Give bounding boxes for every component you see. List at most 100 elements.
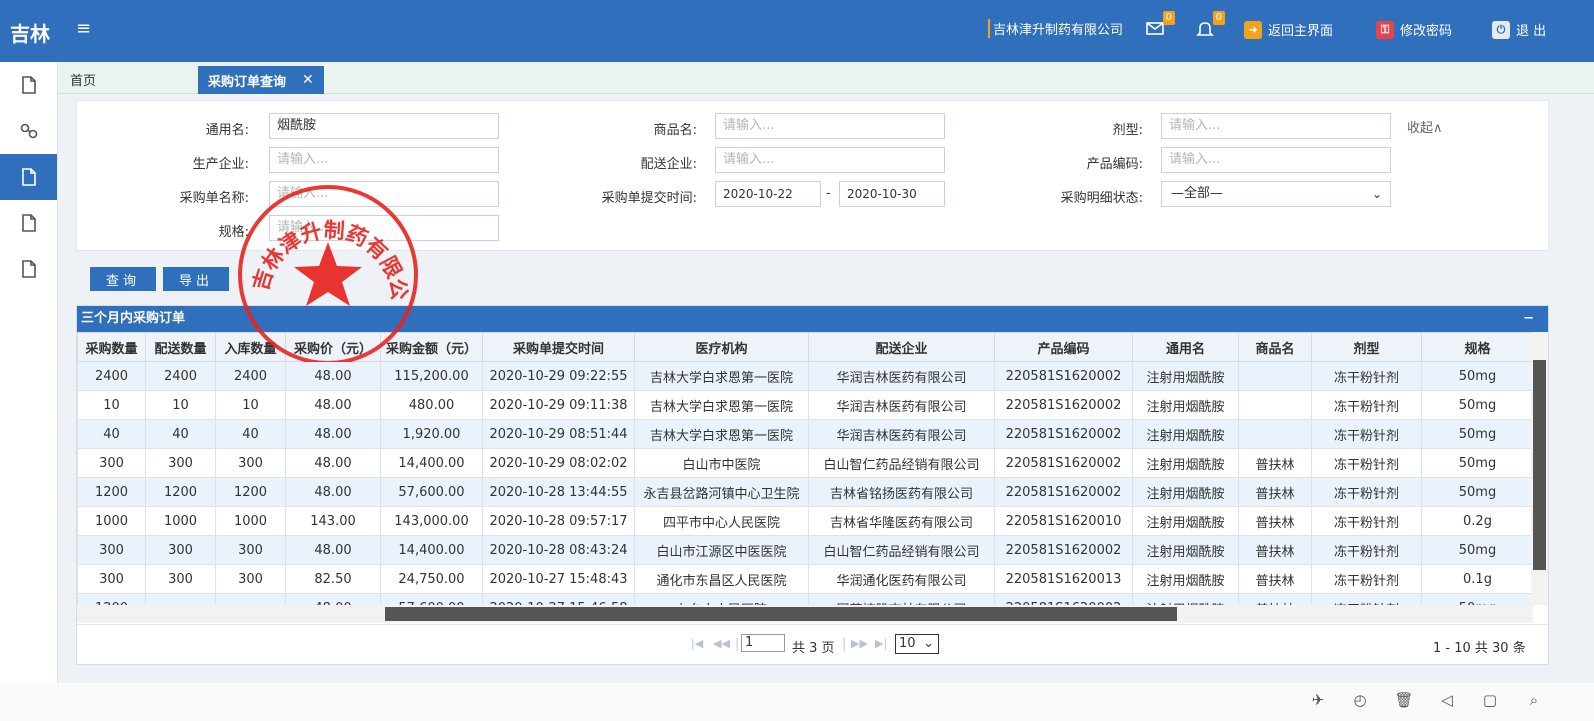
first-page-icon[interactable]: |◀ — [691, 637, 703, 650]
table-row[interactable]: 1200 48.0057,600.002020-10-27 15:46:58九台市… — [77, 593, 1533, 605]
collapse-grid-icon[interactable]: − — [1523, 306, 1534, 332]
column-header[interactable]: 采购价（元） — [285, 332, 381, 362]
table-cell: 48.00 — [285, 361, 381, 391]
sidebar-item-1[interactable] — [0, 62, 57, 108]
table-cell: 注射用烟酰胺 — [1132, 506, 1239, 536]
orders-table: 采购数量 配送数量 入库数量 采购价（元） 采购金额（元） 采购单提交时间 医疗机构 配送企业… — [77, 332, 1533, 605]
table-cell: 24,750.00 — [380, 564, 483, 594]
table-cell: 普扶林 — [1238, 564, 1312, 594]
menu-toggle-icon[interactable]: ≡ — [76, 18, 91, 39]
manufacturer-input[interactable]: 请输入... — [269, 147, 499, 173]
tab-home[interactable]: 首页 — [70, 70, 96, 89]
mail-button[interactable]: 0 — [1146, 11, 1175, 40]
table-row[interactable]: 300 300 300 48.00 14,400.00 2020-10-29 08:02:… — [77, 448, 1533, 478]
table-cell: 1000 — [215, 506, 286, 536]
table-cell: 48.00 — [285, 535, 381, 565]
sidebar-item-5[interactable] — [0, 246, 57, 292]
table-cell: 注射用烟酰胺 — [1132, 448, 1239, 478]
column-header[interactable]: 采购金额（元） — [380, 332, 483, 362]
table-row[interactable]: 2400 2400 2400 48.00 115,200.00 2020-10-29 09… — [77, 361, 1533, 391]
change-password-link[interactable]: ⚿ 修改密码 — [1376, 20, 1452, 39]
tab-purchase-order-query[interactable]: 采购订单查询 ✕ — [198, 66, 324, 94]
next-page-icon[interactable]: ▶▶ — [851, 637, 868, 650]
table-cell — [1238, 361, 1312, 391]
window-icon[interactable]: ▢ — [1480, 691, 1500, 711]
horizontal-scroll-thumb[interactable] — [385, 607, 1177, 621]
column-header[interactable]: 规格 — [1421, 332, 1533, 362]
table-row[interactable]: 10 10 10 48.00 480.00 2020-10-29 09:11:38 吉林大学… — [77, 390, 1533, 420]
speed-icon[interactable]: ◴ — [1350, 691, 1370, 711]
table-cell — [145, 593, 216, 605]
table-row[interactable]: 1000 1000 1000 143.00 143,000.00 2020-10-28 0… — [77, 506, 1533, 536]
table-row[interactable]: 40 40 40 48.00 1,920.00 2020-10-29 08:51:44 吉林… — [77, 419, 1533, 449]
order-name-input[interactable]: 请输入... — [269, 181, 499, 207]
product-name-input[interactable]: 请输入... — [715, 113, 945, 139]
table-row[interactable]: 1200 1200 1200 48.00 57,600.00 2020-10-28 13:… — [77, 477, 1533, 507]
table-cell: 10 — [215, 390, 286, 420]
dosage-form-input[interactable]: 请输入... — [1161, 113, 1391, 139]
export-button[interactable]: 导出 — [163, 267, 229, 291]
column-header[interactable]: 配送企业 — [808, 332, 995, 362]
column-header[interactable]: 入库数量 — [215, 332, 286, 362]
org-name: 吉林津升制药有限公司 — [988, 19, 1123, 38]
column-header[interactable]: 通用名 — [1132, 332, 1239, 362]
order-name-label: 采购单名称: — [179, 191, 249, 206]
column-header[interactable]: 剂型 — [1311, 332, 1422, 362]
detail-status-select[interactable]: —全部— ⌄ — [1161, 181, 1391, 207]
table-cell: 华润吉林医药有限公司 — [808, 361, 995, 391]
table-cell: 48.00 — [285, 419, 381, 449]
table-cell: 50mg — [1421, 390, 1533, 420]
change-password-label: 修改密码 — [1400, 24, 1453, 39]
search-icon[interactable]: ⌕ — [1524, 691, 1544, 711]
pagination: |◀ ◀◀ | 1 共 3 页 | ▶▶ ▶| 10 ⌄ 1 - 10 共 30 … — [77, 624, 1550, 664]
sidebar-item-2[interactable] — [0, 108, 57, 154]
table-cell: 冻干粉针剂 — [1311, 535, 1422, 565]
last-page-icon[interactable]: ▶| — [875, 637, 887, 650]
query-button[interactable]: 查询 — [90, 267, 156, 291]
home-link[interactable]: ➜ 返回主界面 — [1244, 20, 1333, 39]
tab-close-icon[interactable]: ✕ — [302, 72, 314, 88]
sidebar-item-3[interactable] — [0, 154, 57, 200]
distributor-input[interactable]: 请输入... — [715, 147, 945, 173]
spec-input[interactable]: 请输入... — [269, 215, 499, 241]
prev-page-icon[interactable]: ◀◀ — [713, 637, 730, 650]
column-header[interactable]: 采购数量 — [77, 332, 146, 362]
column-header[interactable]: 配送数量 — [145, 332, 216, 362]
vertical-scroll-thumb[interactable] — [1533, 360, 1546, 570]
speaker-icon[interactable]: ◁ — [1437, 691, 1457, 711]
submit-time-to[interactable]: 2020-10-30 — [839, 181, 945, 207]
submit-time-from[interactable]: 2020-10-22 — [715, 181, 821, 207]
table-cell: 220581S1620002 — [994, 593, 1133, 605]
sidebar-item-4[interactable] — [0, 200, 57, 246]
collapse-toggle[interactable]: 收起∧ — [1407, 117, 1443, 136]
trash-icon[interactable]: 🗑 — [1394, 691, 1414, 711]
column-header[interactable]: 采购单提交时间 — [482, 332, 635, 362]
table-cell: 1000 — [145, 506, 216, 536]
table-row[interactable]: 300 300 300 48.00 14,400.00 2020-10-28 08:43:… — [77, 535, 1533, 565]
table-row[interactable]: 300 300 300 82.50 24,750.00 2020-10-27 15:48:… — [77, 564, 1533, 594]
distributor-label: 配送企业: — [640, 157, 697, 172]
generic-name-input[interactable]: 烟酰胺 — [269, 113, 499, 139]
page-size-select[interactable]: 10 ⌄ — [895, 634, 939, 654]
table-cell: 1200 — [215, 477, 286, 507]
table-cell: 50mg — [1421, 593, 1533, 605]
table-cell: 143.00 — [285, 506, 381, 536]
page-number-input[interactable]: 1 — [741, 634, 785, 652]
column-header[interactable]: 医疗机构 — [634, 332, 809, 362]
document-icon — [21, 76, 36, 94]
vertical-scrollbar[interactable] — [1531, 332, 1548, 605]
bell-badge: 0 — [1212, 11, 1225, 25]
table-cell: 82.50 — [285, 564, 381, 594]
table-cell: 白山市江源区中医医院 — [634, 535, 809, 565]
table-cell: 1200 — [77, 477, 146, 507]
notification-button[interactable]: 0 — [1196, 11, 1225, 40]
rocket-icon[interactable]: ✈ — [1308, 691, 1328, 711]
logout-label: 退 出 — [1516, 24, 1547, 39]
table-cell: 注射用烟酰胺 — [1132, 390, 1239, 420]
table-cell: 1000 — [77, 506, 146, 536]
product-code-input[interactable]: 请输入... — [1161, 147, 1391, 173]
logout-link[interactable]: ⏻ 退 出 — [1492, 20, 1546, 39]
column-header[interactable]: 产品编码 — [994, 332, 1133, 362]
horizontal-scrollbar[interactable] — [77, 605, 1533, 623]
column-header[interactable]: 商品名 — [1238, 332, 1312, 362]
